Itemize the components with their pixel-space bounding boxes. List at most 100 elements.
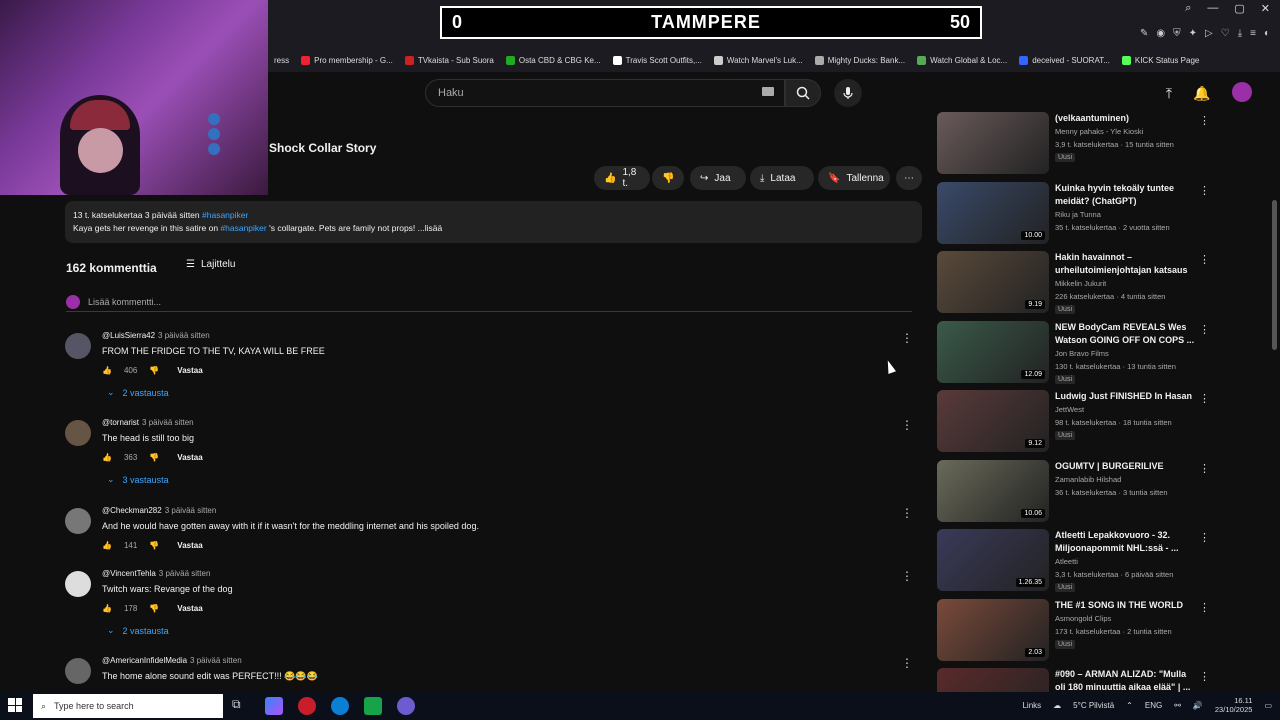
- video-thumbnail[interactable]: 9.19: [937, 251, 1049, 313]
- comment-author[interactable]: @LuisSierra42: [102, 331, 155, 340]
- video-title[interactable]: THE #1 SONG IN THE WORLD: [1055, 599, 1195, 612]
- upload-icon[interactable]: ⤒: [1160, 84, 1178, 102]
- search-button[interactable]: [785, 79, 821, 107]
- bookmark-item[interactable]: Osta CBD & CBG Ke...: [500, 48, 607, 72]
- chevron-up-icon[interactable]: ⌃: [1126, 701, 1133, 710]
- search-icon[interactable]: ⌕: [1185, 2, 1191, 15]
- recommended-video[interactable]: 2.03 THE #1 SONG IN THE WORLD Asmongold Cl…: [937, 598, 1267, 663]
- video-thumbnail[interactable]: [937, 112, 1049, 174]
- heart-icon[interactable]: ♡: [1221, 28, 1230, 39]
- comment-author[interactable]: @Checkman282: [102, 506, 162, 515]
- channel-name[interactable]: Zamanlabib Hilshad: [1055, 475, 1121, 484]
- recommended-video[interactable]: (velkaantuminen) Menny pahaks - Yle Kiosk…: [937, 112, 1267, 176]
- video-menu-icon[interactable]: ⋮: [1199, 601, 1210, 614]
- comment-menu-icon[interactable]: ⋮: [901, 331, 913, 345]
- shield-icon[interactable]: ⛨: [1173, 28, 1181, 39]
- edge-icon[interactable]: [331, 697, 349, 715]
- opera-icon[interactable]: [298, 697, 316, 715]
- download-icon[interactable]: ⤓: [1238, 28, 1242, 39]
- camera-icon[interactable]: ◉: [1156, 28, 1165, 39]
- bell-icon[interactable]: 🔔: [1193, 84, 1211, 102]
- bookmark-item[interactable]: Pro membership - G...: [295, 48, 399, 72]
- add-comment-field[interactable]: Lisää kommentti...: [66, 292, 912, 312]
- avatar[interactable]: [65, 658, 91, 684]
- bookmark-item[interactable]: TVkaista - Sub Suora: [399, 48, 500, 72]
- network-icon[interactable]: ⚯: [1174, 701, 1181, 710]
- close-icon[interactable]: ✕: [1261, 2, 1270, 15]
- video-title[interactable]: NEW BodyCam REVEALS Wes Watson GOING OFF…: [1055, 321, 1195, 347]
- download-button[interactable]: ⤓ Lataa: [750, 166, 814, 190]
- like-button[interactable]: 👍 1,8 t.: [594, 166, 650, 190]
- dislike-icon[interactable]: 👎: [149, 541, 159, 550]
- video-title[interactable]: Kuinka hyvin tekoäly tuntee meidät? (Cha…: [1055, 182, 1195, 208]
- play-icon[interactable]: ▷: [1205, 28, 1213, 39]
- comment-menu-icon[interactable]: ⋮: [901, 656, 913, 670]
- bookmark-item[interactable]: Watch Marvel's Luk...: [708, 48, 809, 72]
- view-replies-button[interactable]: ⌄ 2 vastausta: [107, 625, 915, 636]
- video-thumbnail[interactable]: 1.26.35: [937, 529, 1049, 591]
- voice-search-button[interactable]: [834, 79, 862, 107]
- reply-button[interactable]: Vastaa: [177, 604, 202, 613]
- dislike-icon[interactable]: 👎: [149, 604, 159, 613]
- recommended-video[interactable]: #090 – ARMAN ALIZAD: "Mulla oli 180 minu…: [937, 668, 1267, 692]
- reply-button[interactable]: Vastaa: [177, 366, 202, 375]
- comment-author[interactable]: @tornarist: [102, 418, 139, 427]
- avatar[interactable]: [65, 571, 91, 597]
- comment-menu-icon[interactable]: ⋮: [901, 569, 913, 583]
- recommended-video[interactable]: 10.06 OGUMTV | BURGERILIVE Zamanlabib Hils…: [937, 459, 1267, 524]
- channel-name[interactable]: JettWest: [1055, 405, 1084, 414]
- dislike-button[interactable]: 👎: [652, 166, 684, 190]
- channel-name[interactable]: Mikkelin Jukurit: [1055, 279, 1106, 288]
- comment-time[interactable]: 3 päivää sitten: [165, 506, 217, 515]
- avatar[interactable]: [65, 420, 91, 446]
- channel-name[interactable]: Menny pahaks - Yle Kioski: [1055, 127, 1143, 136]
- avatar[interactable]: [1232, 82, 1252, 102]
- comment-time[interactable]: 3 päivää sitten: [142, 418, 194, 427]
- share-button[interactable]: ↪ Jaa: [690, 166, 746, 190]
- video-title[interactable]: #090 – ARMAN ALIZAD: "Mulla oli 180 minu…: [1055, 668, 1195, 692]
- video-menu-icon[interactable]: ⋮: [1199, 114, 1210, 127]
- dislike-icon[interactable]: 👎: [149, 366, 159, 375]
- menu-icon[interactable]: ≡: [1250, 28, 1256, 39]
- extension-icon[interactable]: ✎: [1140, 28, 1148, 39]
- like-icon[interactable]: 👍: [102, 604, 112, 613]
- channel-name[interactable]: Atleetti: [1055, 557, 1078, 566]
- windows-start-icon[interactable]: [8, 698, 22, 712]
- comment-menu-icon[interactable]: ⋮: [901, 418, 913, 432]
- bookmark-item[interactable]: ress: [268, 48, 295, 72]
- minimize-icon[interactable]: —: [1207, 2, 1218, 15]
- more-button[interactable]: ⋯: [896, 166, 922, 190]
- comment-author[interactable]: @AmericanInfidelMedia: [102, 656, 187, 665]
- avatar[interactable]: [65, 333, 91, 359]
- like-icon[interactable]: 👍: [102, 541, 112, 550]
- video-thumbnail[interactable]: 9.12: [937, 390, 1049, 452]
- video-title[interactable]: Atleetti Lepakkovuoro - 32. Miljoonapomm…: [1055, 529, 1195, 555]
- channel-name[interactable]: Riku ja Tunna: [1055, 210, 1101, 219]
- video-title[interactable]: Hakin havainnot – urheilutoimienjohtajan…: [1055, 251, 1195, 277]
- avatar[interactable]: [65, 508, 91, 534]
- copilot-icon[interactable]: [265, 697, 283, 715]
- discord-icon[interactable]: [397, 697, 415, 715]
- channel-name[interactable]: Asmongold Clips: [1055, 614, 1111, 623]
- video-menu-icon[interactable]: ⋮: [1199, 531, 1210, 544]
- video-menu-icon[interactable]: ⋮: [1199, 323, 1210, 336]
- recommended-video[interactable]: 1.26.35 Atleetti Lepakkovuoro - 32. Miljo…: [937, 529, 1267, 593]
- save-button[interactable]: 🔖 Tallenna: [818, 166, 890, 190]
- hashtag-link[interactable]: #hasanpiker: [220, 223, 266, 233]
- taskbar-search[interactable]: ⌕ Type here to search: [33, 694, 223, 718]
- puzzle-icon[interactable]: ✦: [1189, 28, 1197, 39]
- video-menu-icon[interactable]: ⋮: [1199, 670, 1210, 683]
- lock-icon[interactable]: ◐: [1264, 28, 1270, 39]
- video-thumbnail[interactable]: 10.00: [937, 181, 1049, 244]
- video-menu-icon[interactable]: ⋮: [1199, 392, 1210, 405]
- bookmark-item[interactable]: KICK Status Page: [1116, 48, 1205, 72]
- recommended-video[interactable]: 12.09 NEW BodyCam REVEALS Wes Watson GOIN…: [937, 320, 1267, 385]
- like-icon[interactable]: 👍: [102, 453, 112, 462]
- app-icon[interactable]: [364, 697, 382, 715]
- bookmark-item[interactable]: Mighty Ducks: Bank...: [809, 48, 911, 72]
- reply-button[interactable]: Vastaa: [177, 541, 202, 550]
- dislike-icon[interactable]: 👎: [149, 453, 159, 462]
- comment-time[interactable]: 3 päivää sitten: [159, 569, 211, 578]
- video-menu-icon[interactable]: ⋮: [1199, 462, 1210, 475]
- clock[interactable]: 16.11 23/10/2025: [1215, 696, 1253, 714]
